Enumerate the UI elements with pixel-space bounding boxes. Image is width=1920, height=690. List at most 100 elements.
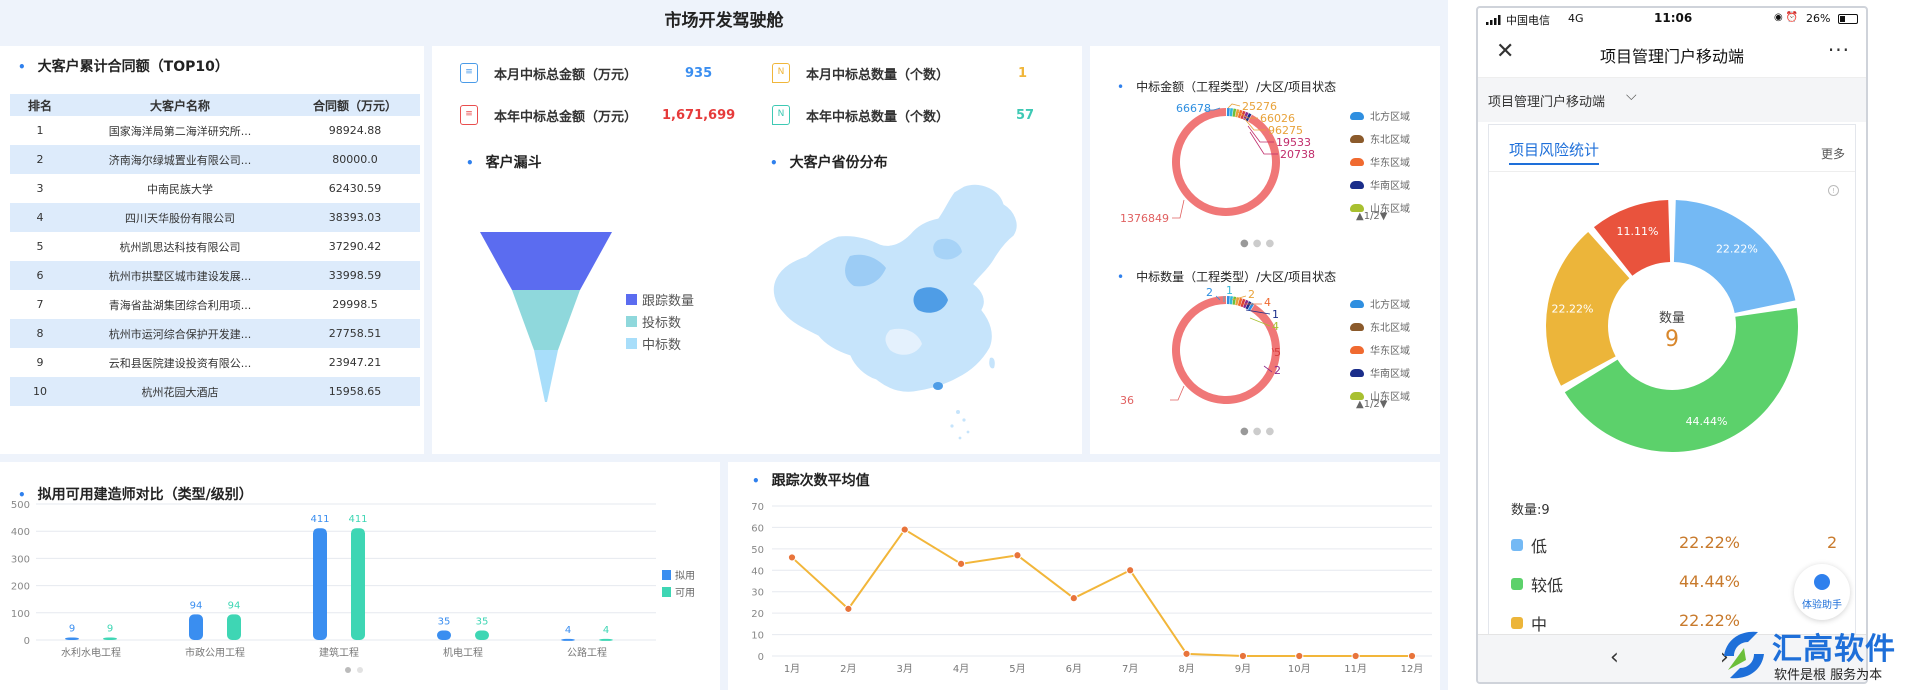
area-legend-item[interactable]: 东北区域 xyxy=(1350,131,1410,146)
list-item[interactable]: 低 22.22% 2 xyxy=(1511,533,1837,557)
table-row[interactable]: 3 中南民族大学 62430.59 xyxy=(10,174,420,203)
rank-cell: 8 xyxy=(36,327,44,340)
tab-risk-stats[interactable]: 项目风险统计 xyxy=(1509,139,1600,165)
area-legend-item[interactable]: 华南区域 xyxy=(1350,177,1410,192)
table-row[interactable]: 8 杭州市运河综合保护开发建... 27758.51 xyxy=(10,319,420,348)
line-point[interactable] xyxy=(787,553,797,562)
funnel-stage-tracking xyxy=(480,232,612,290)
customer-name-cell: 国家海洋局第二海洋研究所... xyxy=(108,124,252,138)
area-cloud-icon xyxy=(1350,134,1364,143)
legend-label: 华南区域 xyxy=(1370,181,1410,192)
table-row[interactable]: 4 四川天华股份有限公司 38393.03 xyxy=(10,203,420,232)
line-point[interactable] xyxy=(1407,651,1417,661)
bar-拟用[interactable] xyxy=(437,630,451,640)
kpi-year-count-label: 本年中标总数量（个数） xyxy=(806,109,950,125)
list-item[interactable]: 较低 44.44% xyxy=(1511,572,1835,596)
info-icon[interactable]: ! xyxy=(1828,185,1839,196)
bar-chart: 0 100 200 300 400 500 9 9 水利水电工程 94 94 市政公用工程 411 411… xyxy=(11,500,695,673)
bar-可用[interactable] xyxy=(227,614,241,640)
line-point[interactable] xyxy=(1351,651,1360,661)
bar-可用[interactable] xyxy=(599,638,613,641)
donut-amount-pager[interactable]: ▲ 1/2▼ xyxy=(1356,211,1388,222)
line-point[interactable] xyxy=(1295,651,1304,661)
donut-major-segment[interactable] xyxy=(1172,296,1280,404)
amount-cell: 15958.65 xyxy=(328,385,382,398)
area-cloud-icon xyxy=(1350,299,1364,308)
risk-stats-card: 项目风险统计 更多 ! 22.22% 44.44% 22.22% 11.11% 数量 9 … xyxy=(1488,124,1856,644)
back-arrow-icon[interactable]: ‹ xyxy=(1610,645,1619,670)
line-point[interactable] xyxy=(900,525,909,534)
bar-拟用[interactable] xyxy=(561,638,575,641)
donut-count-dots[interactable]: ●●● xyxy=(1240,426,1278,437)
rank-cell: 7 xyxy=(36,298,44,311)
line-point[interactable] xyxy=(1013,551,1022,560)
risk-level-label: 中 xyxy=(1531,615,1548,634)
donut-data-label: 1 xyxy=(1226,284,1233,297)
x-tick-label: 8月 xyxy=(1178,663,1194,675)
table-row[interactable]: 1 国家海洋局第二海洋研究所... 98924.88 xyxy=(10,116,420,145)
rank-cell: 2 xyxy=(36,153,44,166)
line-point[interactable] xyxy=(1126,566,1135,575)
assistant-button[interactable]: 体验助手 xyxy=(1794,564,1850,620)
table-row[interactable]: 10 杭州花园大酒店 15958.65 xyxy=(10,377,420,406)
donut-minor-segment[interactable] xyxy=(1229,296,1234,305)
label-leader-line xyxy=(1170,385,1185,401)
donut-count-chart: 2 1 24145236 xyxy=(1120,284,1281,407)
bar-拟用[interactable] xyxy=(313,528,327,640)
customer-name-cell: 青海省盐湖集团综合利用项... xyxy=(108,298,252,312)
legend-swatch xyxy=(626,294,637,305)
area-legend-item[interactable]: 北方区域 xyxy=(1350,108,1410,123)
risk-segment-低[interactable] xyxy=(1673,200,1796,314)
pagination-dots[interactable] xyxy=(345,667,363,673)
bar-拟用[interactable] xyxy=(65,637,79,640)
bar-data-label: 4 xyxy=(603,625,609,636)
kpi-month-amount-value: 935 xyxy=(685,66,713,81)
table-row[interactable]: 6 杭州市拱墅区城市建设发展... 33998.59 xyxy=(10,261,420,290)
amount-cell: 98924.88 xyxy=(328,124,382,137)
donut-minor-segment[interactable] xyxy=(1229,108,1234,117)
donut-minor-segment[interactable] xyxy=(1226,296,1230,305)
line-point[interactable] xyxy=(1069,594,1078,603)
table-row[interactable]: 5 杭州凯思达科技有限公司 37290.42 xyxy=(10,232,420,261)
rank-cell: 4 xyxy=(36,211,44,224)
table-body: 1 国家海洋局第二海洋研究所... 98924.88 2 济南海尔绿城置业有限公司...… xyxy=(10,116,420,406)
more-link[interactable]: 更多 xyxy=(1821,145,1845,162)
amount-cell: 37290.42 xyxy=(328,240,382,253)
x-tick-label: 7月 xyxy=(1122,663,1138,675)
legend-label[interactable]: 可用 xyxy=(675,588,695,599)
customer-name-cell: 杭州市拱墅区城市建设发展... xyxy=(108,269,252,283)
more-menu-icon[interactable]: ··· xyxy=(1828,38,1850,62)
bar-可用[interactable] xyxy=(351,528,365,640)
bar-拟用[interactable] xyxy=(189,614,203,640)
legend-label: 跟踪数量 xyxy=(642,294,695,309)
area-legend-item[interactable]: 华东区域 xyxy=(1350,154,1410,169)
line-point[interactable] xyxy=(1238,651,1248,661)
table-row[interactable]: 2 济南海尔绿城置业有限公司... 80000.0 xyxy=(10,145,420,174)
line-point[interactable] xyxy=(956,559,966,568)
color-dot xyxy=(1511,617,1523,629)
rank-cell: 6 xyxy=(36,269,44,282)
amount-cell: 38393.03 xyxy=(328,211,382,224)
donut-minor-segment[interactable] xyxy=(1226,108,1230,117)
table-row[interactable]: 7 青海省盐湖集团综合利用项... 29998.5 xyxy=(10,290,420,319)
line-point[interactable] xyxy=(1182,649,1191,658)
area-legend-item[interactable]: 华东区域 xyxy=(1350,342,1410,357)
map-title: 大客户省份分布 xyxy=(770,152,888,172)
bar-可用[interactable] xyxy=(103,637,117,640)
document-icon: ≡ xyxy=(460,63,478,83)
battery-icon xyxy=(1838,14,1858,24)
table-row[interactable]: 9 云和县医院建设投资有限公... 23947.21 xyxy=(10,348,420,377)
area-legend-item[interactable]: 北方区域 xyxy=(1350,296,1410,311)
legend-label[interactable]: 拟用 xyxy=(675,569,695,582)
area-legend-item[interactable]: 华南区域 xyxy=(1350,365,1410,380)
bar-可用[interactable] xyxy=(475,630,489,640)
line-point[interactable] xyxy=(844,604,853,613)
donut-amount-dots[interactable]: ●●● xyxy=(1240,238,1278,249)
app-selector[interactable]: 项目管理门户移动端 ⌵ xyxy=(1478,78,1866,122)
donut-amount-title: 中标金额（工程类型）/大区/项目状态 xyxy=(1117,78,1336,95)
status-bar: 中国电信 4G 11:06 ◉ ⏰ 26% xyxy=(1478,8,1866,30)
donut-count-pager[interactable]: ▲ 1/2▼ xyxy=(1356,399,1388,410)
customer-name-cell: 济南海尔绿城置业有限公司... xyxy=(108,153,252,167)
funnel-stage-bidding xyxy=(512,290,580,350)
area-legend-item[interactable]: 东北区域 xyxy=(1350,319,1410,334)
